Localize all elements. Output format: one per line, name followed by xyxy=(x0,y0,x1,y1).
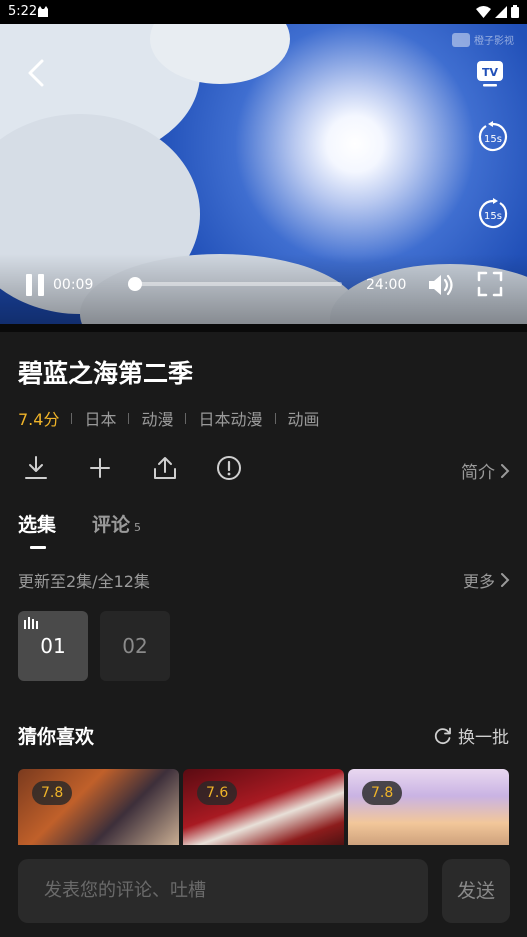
meta-divider xyxy=(185,412,187,424)
watermark-text: 橙子影视 xyxy=(474,36,514,47)
show-tag: 日本 xyxy=(84,410,117,429)
refresh-button[interactable]: 换一批 xyxy=(434,723,509,748)
comments-count: 5 xyxy=(134,521,142,534)
recommend-cards: 7.8 7.6 7.8 xyxy=(18,769,510,849)
episode-label: 02 xyxy=(122,634,148,658)
tab-episodes-label: 选集 xyxy=(18,514,57,536)
svg-text:TV: TV xyxy=(482,66,499,79)
recommend-title: 猜你喜欢 xyxy=(18,726,95,748)
status-time: 5:22 xyxy=(8,4,38,19)
recommend-card[interactable]: 7.8 xyxy=(18,769,179,849)
watermark: 橙子影视 xyxy=(452,32,514,47)
card-rating: 7.6 xyxy=(197,781,238,805)
rewind-15s-icon[interactable]: 15s xyxy=(476,120,510,154)
refresh-icon xyxy=(434,727,451,744)
cat-notification-icon xyxy=(38,6,48,17)
meta-divider xyxy=(274,412,276,424)
episode-item[interactable]: 01 xyxy=(18,611,88,681)
comment-bar: 发表您的评论、吐槽 发送 xyxy=(0,845,527,937)
add-icon[interactable] xyxy=(86,454,114,482)
tab-episodes[interactable]: 选集 xyxy=(18,510,57,549)
tab-comments-label: 评论 xyxy=(92,514,131,536)
more-episodes-link[interactable]: 更多 xyxy=(463,568,511,592)
recommend-card[interactable]: 7.8 xyxy=(348,769,509,849)
pause-icon[interactable] xyxy=(24,272,50,298)
intro-link[interactable]: 简介 xyxy=(461,458,511,483)
card-rating: 7.8 xyxy=(362,781,403,805)
more-label: 更多 xyxy=(462,572,495,591)
signal-icon xyxy=(495,5,507,18)
intro-label: 简介 xyxy=(461,463,495,483)
card-rating: 7.8 xyxy=(32,781,73,805)
show-score: 7.4分 xyxy=(18,410,60,429)
meta-divider xyxy=(71,412,73,424)
meta-divider xyxy=(128,412,130,424)
action-row: 简介 xyxy=(0,450,527,490)
rewind-label: 15s xyxy=(484,134,502,145)
chevron-right-icon xyxy=(501,463,510,478)
wifi-icon xyxy=(476,5,491,18)
tab-indicator xyxy=(30,546,46,549)
tab-comments[interactable]: 评论 5 xyxy=(92,510,141,537)
fullscreen-icon[interactable] xyxy=(476,270,504,298)
episode-list: 01 02 xyxy=(18,611,170,681)
report-icon[interactable] xyxy=(215,454,243,482)
volume-icon[interactable] xyxy=(426,270,456,300)
system-icons xyxy=(476,5,519,18)
progress-bar[interactable] xyxy=(128,277,342,291)
playing-icon xyxy=(24,617,38,629)
recommend-card[interactable]: 7.6 xyxy=(183,769,344,849)
forward-15s-icon[interactable]: 15s xyxy=(476,197,510,231)
show-tag: 动画 xyxy=(287,410,320,429)
show-meta: 7.4分 日本 动漫 日本动漫 动画 xyxy=(18,406,320,430)
total-time: 24:00 xyxy=(366,277,407,293)
tv-cast-icon[interactable]: TV xyxy=(474,57,506,89)
refresh-label: 换一批 xyxy=(458,728,509,748)
show-title: 碧蓝之海第二季 xyxy=(18,359,194,388)
show-tag: 日本动漫 xyxy=(198,410,263,429)
player-divider xyxy=(0,324,527,332)
episode-label: 01 xyxy=(40,634,66,658)
battery-icon xyxy=(511,5,519,18)
show-tag: 动漫 xyxy=(141,410,174,429)
download-icon[interactable] xyxy=(22,454,50,482)
status-bar: 5:22 xyxy=(0,0,527,24)
send-button[interactable]: 发送 xyxy=(442,859,510,923)
video-player[interactable]: 橙子影视 TV 15s 15s 00:09 24:00 xyxy=(0,24,527,324)
forward-label: 15s xyxy=(484,211,502,222)
episode-item[interactable]: 02 xyxy=(100,611,170,681)
current-time: 00:09 xyxy=(53,277,94,293)
watermark-logo-icon xyxy=(452,32,470,47)
comment-input[interactable]: 发表您的评论、吐槽 xyxy=(18,859,428,923)
share-icon[interactable] xyxy=(151,454,179,482)
chevron-right-icon xyxy=(501,573,510,587)
back-icon[interactable] xyxy=(22,56,52,90)
episode-update-text: 更新至2集/全12集 xyxy=(18,572,150,591)
tab-bar: 选集 评论 5 xyxy=(18,510,141,549)
